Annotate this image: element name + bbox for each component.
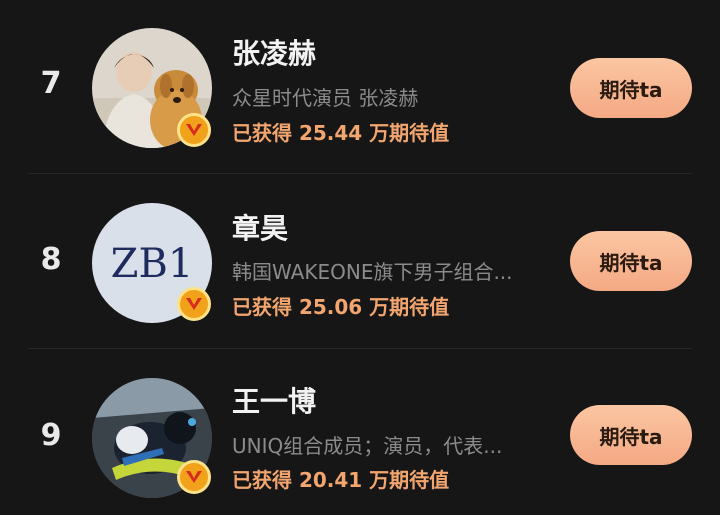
- person-name: 王一博: [232, 385, 317, 418]
- verified-v-icon: [177, 460, 211, 494]
- expectation-score: 已获得 25.06 万期待值: [232, 295, 450, 319]
- verified-v-icon: [177, 113, 211, 147]
- person-name: 张凌赫: [232, 37, 317, 70]
- person-description: 众星时代演员 张凌赫: [232, 86, 419, 110]
- list-item[interactable]: 8 ZB1 章昊 韩国WAKEONE旗下男子组合... 已获得 25.06 万期…: [0, 175, 720, 347]
- expect-ta-button[interactable]: 期待ta: [570, 231, 692, 291]
- list-item[interactable]: 9 王一博 UNIQ组合成员；演员，代表... 已获得 20.41 万期待值 期…: [0, 350, 720, 515]
- expectation-score: 已获得 25.44 万期待值: [232, 121, 450, 145]
- divider: [28, 348, 692, 349]
- person-name: 章昊: [232, 212, 289, 245]
- rank-number: 9: [40, 418, 62, 453]
- list-item[interactable]: 7 张凌赫 众星时代演员 张凌赫 已获得 25.44 万期待值 期待ta: [0, 0, 720, 172]
- zb1-logo: ZB1: [111, 241, 194, 287]
- expect-ta-button[interactable]: 期待ta: [570, 58, 692, 118]
- ranking-list: 7 张凌赫 众星时代演员 张凌赫 已获得 25.44 万期待值 期待ta 8 Z…: [0, 0, 720, 515]
- expectation-score: 已获得 20.41 万期待值: [232, 468, 450, 492]
- divider: [28, 173, 692, 174]
- rank-number: 7: [40, 66, 62, 101]
- person-description: 韩国WAKEONE旗下男子组合...: [232, 260, 513, 284]
- rank-number: 8: [40, 242, 62, 277]
- verified-v-icon: [177, 287, 211, 321]
- person-description: UNIQ组合成员；演员，代表...: [232, 434, 503, 458]
- expect-ta-button[interactable]: 期待ta: [570, 405, 692, 465]
